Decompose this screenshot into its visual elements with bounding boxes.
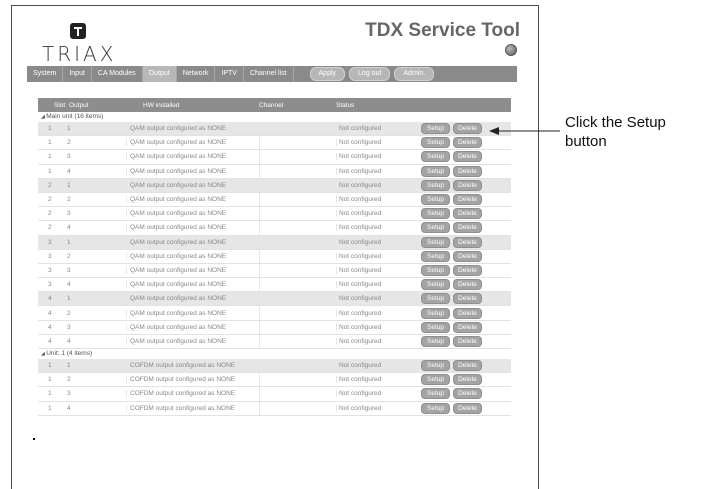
callout-text: Click the Setup button — [565, 113, 666, 151]
callout-arrow — [489, 127, 560, 135]
stray-dot — [33, 438, 35, 440]
callout-line2: button — [565, 133, 607, 150]
callout-line1: Click the Setup — [565, 114, 666, 131]
